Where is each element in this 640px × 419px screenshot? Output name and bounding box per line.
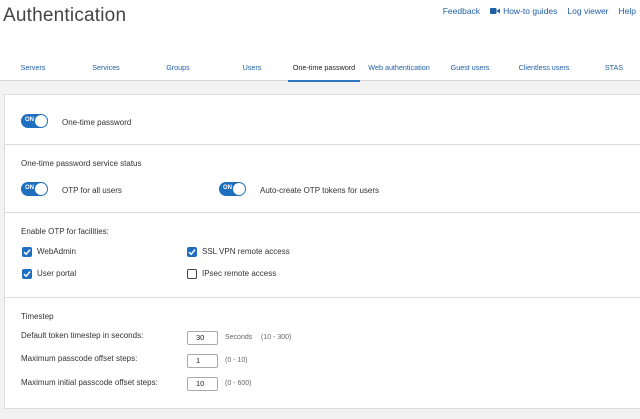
- tab-web-authentication[interactable]: Web authentication: [364, 54, 434, 81]
- toggle-knob: [233, 183, 245, 195]
- auto-create-otp-toggle-on-label: ON: [223, 185, 232, 191]
- max-initial-passcode-offset-input[interactable]: 10: [187, 377, 218, 391]
- otp-settings-panel: ON One-time password One-time password s…: [4, 94, 640, 409]
- toggle-knob: [35, 183, 47, 195]
- default-token-timestep-input[interactable]: 30: [187, 331, 218, 345]
- default-token-timestep-range: (10 - 300): [261, 334, 292, 341]
- page-header: Authentication Feedback How-to guides Lo…: [0, 0, 640, 54]
- top-links: Feedback How-to guides Log viewer Help: [443, 6, 636, 16]
- howto-guides-link[interactable]: How-to guides: [490, 6, 557, 16]
- otp-all-users-toggle-on-label: ON: [25, 185, 34, 191]
- section-divider: [5, 144, 640, 145]
- ssl-vpn-label: SSL VPN remote access: [202, 247, 290, 256]
- tab-users[interactable]: Users: [238, 54, 266, 81]
- section-divider: [5, 212, 640, 213]
- tab-servers[interactable]: Servers: [14, 54, 52, 81]
- webadmin-checkbox[interactable]: [22, 247, 32, 257]
- default-token-timestep-label: Default token timestep in seconds:: [21, 331, 144, 340]
- page-title: Authentication: [3, 5, 127, 26]
- webadmin-label: WebAdmin: [37, 247, 76, 256]
- tab-services[interactable]: Services: [86, 54, 126, 81]
- help-link[interactable]: Help: [619, 6, 636, 16]
- section-divider: [5, 297, 640, 298]
- ssl-vpn-checkbox[interactable]: [187, 247, 197, 257]
- otp-toggle-label: One-time password: [62, 118, 132, 127]
- facilities-title: Enable OTP for facilities:: [21, 227, 109, 236]
- checkmark-icon: [23, 271, 31, 278]
- tab-guest-users[interactable]: Guest users: [448, 54, 492, 81]
- tab-bar: Servers Services Groups Users One-time p…: [0, 54, 640, 82]
- ipsec-label: IPsec remote access: [202, 269, 277, 278]
- checkmark-icon: [23, 249, 31, 256]
- ipsec-checkbox[interactable]: [187, 269, 197, 279]
- max-passcode-offset-label: Maximum passcode offset steps:: [21, 354, 138, 363]
- otp-all-users-label: OTP for all users: [62, 186, 122, 195]
- tab-clientless-users[interactable]: Clientless users: [514, 54, 574, 81]
- timestep-title: Timestep: [21, 312, 54, 321]
- max-initial-passcode-offset-range: (0 - 600): [225, 380, 252, 387]
- otp-toggle-on-label: ON: [25, 117, 34, 123]
- service-status-title: One-time password service status: [21, 159, 142, 168]
- tab-groups[interactable]: Groups: [162, 54, 194, 81]
- howto-guides-label: How-to guides: [503, 6, 558, 16]
- otp-all-users-toggle[interactable]: ON: [21, 182, 48, 196]
- user-portal-label: User portal: [37, 269, 77, 278]
- checkmark-icon: [188, 249, 196, 256]
- user-portal-checkbox[interactable]: [22, 269, 32, 279]
- auto-create-otp-label: Auto-create OTP tokens for users: [260, 186, 380, 195]
- otp-toggle[interactable]: ON: [21, 114, 48, 128]
- toggle-knob: [35, 115, 47, 127]
- tab-stas[interactable]: STAS: [602, 54, 626, 81]
- max-passcode-offset-input[interactable]: 1: [187, 354, 218, 368]
- auto-create-otp-toggle[interactable]: ON: [219, 182, 246, 196]
- feedback-link[interactable]: Feedback: [443, 6, 480, 16]
- max-passcode-offset-range: (0 - 10): [225, 357, 248, 364]
- default-token-timestep-unit: Seconds: [225, 334, 253, 341]
- max-initial-passcode-offset-label: Maximum initial passcode offset steps:: [21, 378, 158, 387]
- log-viewer-link[interactable]: Log viewer: [567, 6, 608, 16]
- video-camera-icon: [490, 8, 501, 14]
- tab-one-time-password[interactable]: One-time password: [288, 54, 360, 82]
